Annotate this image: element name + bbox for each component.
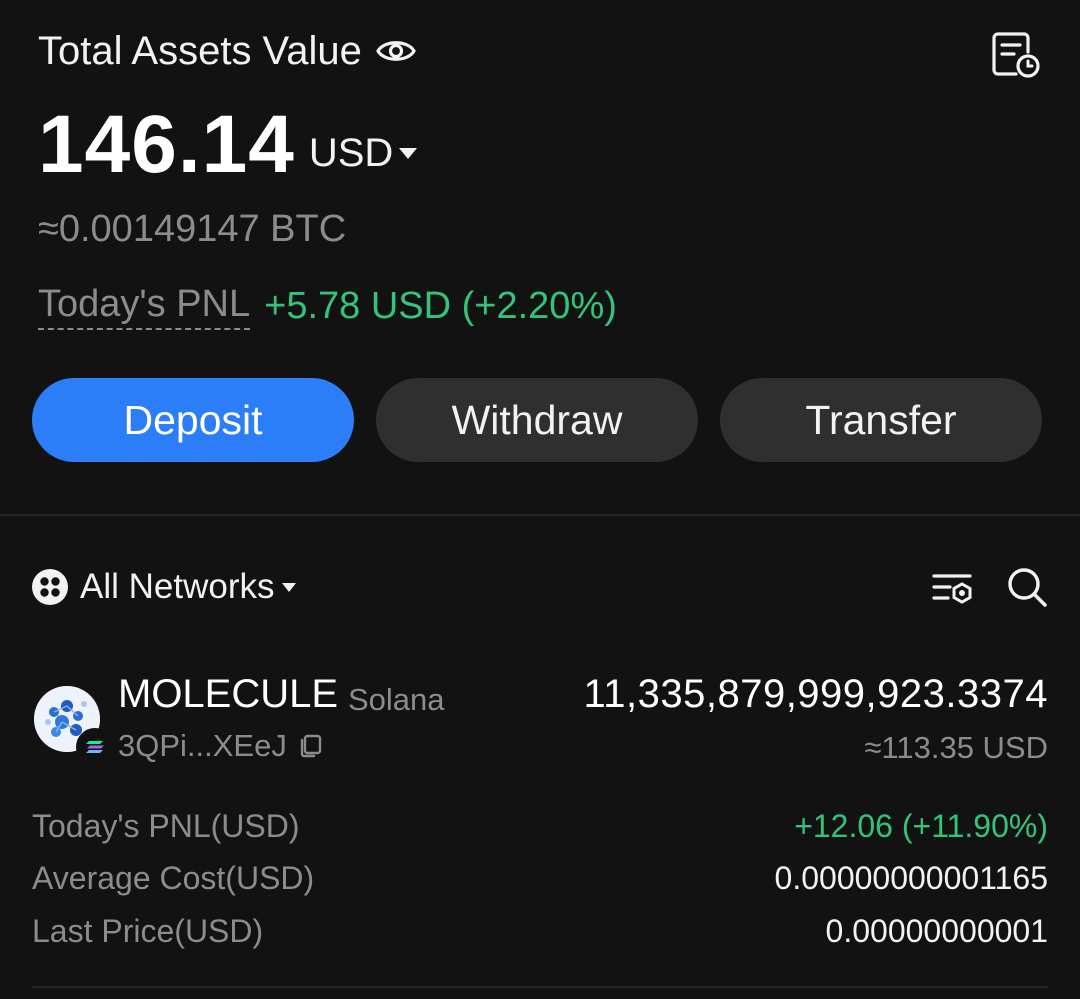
- network-icon: [32, 569, 68, 605]
- today-pnl-label[interactable]: Today's PNL: [38, 283, 251, 330]
- header-title-row: Total Assets Value: [38, 26, 416, 76]
- currency-select[interactable]: USD: [308, 131, 418, 176]
- section-divider: [0, 514, 1080, 516]
- withdraw-button[interactable]: Withdraw: [376, 378, 698, 462]
- network-label: All Networks: [80, 567, 275, 606]
- token-balance: 11,335,879,999,923.3374: [583, 672, 1048, 716]
- btc-equivalent: ≈0.00149147 BTC: [38, 208, 347, 250]
- chevron-down-icon: [282, 582, 297, 592]
- solana-badge-icon: [76, 728, 114, 766]
- stat-value-last-price: 0.00000000001: [825, 913, 1048, 949]
- transfer-button[interactable]: Transfer: [720, 378, 1042, 462]
- page-title: Total Assets Value: [38, 28, 362, 73]
- token-usd-value: ≈113.35 USD: [864, 730, 1048, 765]
- currency-label: USD: [308, 131, 394, 175]
- network-selector[interactable]: All Networks: [32, 562, 297, 612]
- filter-icon[interactable]: [930, 566, 974, 610]
- total-amount: 146.14: [38, 99, 295, 190]
- stat-value-average-cost: 0.00000000001165: [774, 860, 1048, 896]
- history-icon[interactable]: [990, 28, 1042, 80]
- caret-down-icon: [399, 148, 418, 159]
- stat-value-today-pnl: +12.06 (+11.90%): [794, 808, 1048, 844]
- token-address-row: 3QPi...XEeJ: [118, 728, 323, 764]
- search-icon[interactable]: [1004, 564, 1050, 610]
- copy-icon[interactable]: [297, 733, 323, 759]
- token-address: 3QPi...XEeJ: [118, 728, 287, 763]
- token-name[interactable]: MOLECULE: [118, 672, 338, 717]
- list-divider: [32, 986, 1048, 988]
- eye-icon[interactable]: [376, 36, 416, 66]
- deposit-button[interactable]: Deposit: [32, 378, 354, 462]
- today-pnl-value: +5.78 USD (+2.20%): [264, 285, 617, 328]
- stat-label-today-pnl: Today's PNL(USD): [32, 808, 300, 844]
- today-pnl-row: Today's PNL +5.78 USD (+2.20%): [38, 283, 617, 330]
- stat-label-average-cost: Average Cost(USD): [32, 860, 315, 896]
- stat-label-last-price: Last Price(USD): [32, 913, 264, 949]
- token-chain: Solana: [348, 682, 445, 717]
- total-amount-row: 146.14 USD: [38, 96, 418, 190]
